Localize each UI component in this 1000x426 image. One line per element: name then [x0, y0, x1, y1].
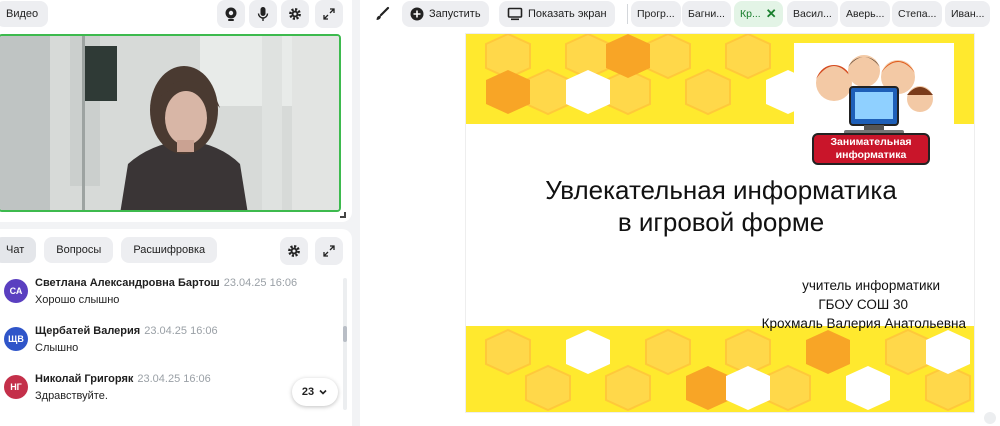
chat-expand-button[interactable]	[315, 237, 343, 265]
tab-chat[interactable]: Чат	[0, 237, 37, 263]
participant-name: Кр...	[740, 8, 761, 20]
video-tab-label: Видео	[6, 8, 39, 20]
start-button-label: Запустить	[429, 8, 481, 20]
tab-transcription-label: Расшифровка	[133, 244, 206, 256]
close-icon[interactable]: ✕	[766, 6, 777, 22]
plus-circle-icon	[410, 7, 424, 21]
settings-gear-icon	[289, 8, 301, 20]
share-screen-label: Показать экран	[528, 8, 607, 20]
tab-transcription[interactable]: Расшифровка	[121, 237, 218, 263]
settings-gear-icon	[288, 245, 300, 257]
sender-name[interactable]: Николай Григоряк	[35, 373, 133, 385]
chat-scroll-thumb[interactable]	[343, 326, 347, 342]
participant-chip-active[interactable]: Кр... ✕	[734, 1, 783, 27]
participant-name: Багни...	[688, 8, 725, 20]
avatar-initials: НГ	[10, 382, 22, 392]
avatar[interactable]: НГ	[4, 375, 28, 399]
share-screen-button[interactable]: Показать экран	[499, 1, 615, 27]
presentation-area: Запустить Показать экран Прогр... Багни.…	[360, 0, 1000, 426]
message-time: 23.04.25 16:06	[223, 277, 298, 289]
participant-chip[interactable]: Аверь...	[840, 1, 891, 27]
corner-control[interactable]	[984, 412, 996, 424]
message-text: Хорошо слышно	[35, 294, 120, 306]
microphone-icon	[257, 7, 269, 21]
participant-name: Аверь...	[846, 8, 885, 20]
tab-chat-label: Чат	[6, 244, 25, 256]
avatar-initials: СА	[9, 286, 23, 296]
draw-button[interactable]	[368, 1, 396, 27]
expand-icon	[323, 245, 335, 257]
message-header: Николай Григоряк 23.04.25 16:06	[35, 373, 211, 385]
brush-icon	[376, 6, 390, 20]
logo-line-2: информатика	[835, 149, 907, 161]
author-line-2: ГБОУ СОШ 30	[818, 297, 908, 312]
participant-name: Васил...	[793, 8, 832, 20]
author-line-3: Крохмаль Валерия Анатольевна	[761, 316, 966, 331]
video-panel: Видео	[0, 0, 352, 222]
camera-icon	[225, 7, 237, 21]
participant-chip[interactable]: Васил...	[787, 1, 838, 27]
video-tab[interactable]: Видео	[0, 1, 49, 27]
camera-button[interactable]	[217, 0, 245, 28]
avatar-initials: ЩВ	[8, 334, 24, 344]
conference-app: Видео Чат Вопросы Расшифровка СА Светлан…	[0, 0, 1000, 426]
presentation-toolbar: Запустить Показать экран Прогр... Багни.…	[360, 0, 1000, 28]
message-time: 23.04.25 16:06	[144, 325, 218, 337]
unread-messages-button[interactable]: 23	[292, 378, 338, 406]
avatar[interactable]: СА	[4, 279, 28, 303]
microphone-button[interactable]	[249, 0, 277, 28]
participant-chip[interactable]: Багни...	[682, 1, 731, 27]
presentation-slide[interactable]: Занимательная информатика Увлекательная …	[465, 33, 975, 413]
expand-icon	[323, 8, 335, 20]
left-column: Видео Чат Вопросы Расшифровка СА Светлан…	[0, 0, 352, 426]
logo-label: Занимательная информатика	[812, 133, 930, 165]
chat-settings-button[interactable]	[280, 237, 308, 265]
toolbar-divider	[627, 4, 628, 24]
chat-message: СА Светлана Александровна Бартош 23.04.25…	[4, 277, 334, 317]
slide-author: учитель информатики ГБОУ СОШ 30 Крохмаль…	[762, 276, 966, 333]
video-expand-button[interactable]	[315, 0, 343, 28]
video-resize-handle[interactable]	[340, 212, 346, 218]
start-button[interactable]: Запустить	[402, 1, 489, 27]
tab-questions-label: Вопросы	[56, 244, 102, 256]
participant-name: Прогр...	[637, 8, 675, 20]
participant-name: Степа...	[898, 8, 937, 20]
chat-message: ЩВ Щербатей Валерия 23.04.25 16:06 Слышно	[4, 325, 334, 365]
message-time: 23.04.25 16:06	[137, 373, 211, 385]
participant-name: Иван...	[951, 8, 985, 20]
tab-questions[interactable]: Вопросы	[44, 237, 114, 263]
message-text: Здравствуйте.	[35, 390, 108, 402]
unread-count: 23	[301, 386, 315, 398]
avatar[interactable]: ЩВ	[4, 327, 28, 351]
participant-video	[0, 36, 339, 210]
slide-title: Увлекательная информатика в игровой форм…	[466, 174, 974, 238]
chat-scrollbar[interactable]	[343, 278, 347, 410]
slide-title-line-2: в игровой форме	[617, 207, 825, 237]
chat-message: НГ Николай Григоряк 23.04.25 16:06 Здравс…	[4, 373, 334, 413]
participant-chip[interactable]: Степа...	[892, 1, 943, 27]
slide-title-line-1: Увлекательная информатика	[545, 175, 897, 205]
author-line-1: учитель информатики	[802, 278, 940, 293]
participant-video-frame[interactable]	[0, 34, 341, 212]
video-settings-button[interactable]	[281, 0, 309, 28]
chat-tabs: Чат Вопросы Расшифровка	[0, 237, 218, 263]
sender-name[interactable]: Светлана Александровна Бартош	[35, 277, 220, 289]
logo-line-1: Занимательная	[830, 136, 912, 148]
message-header: Щербатей Валерия 23.04.25 16:06	[35, 325, 218, 337]
participant-chip[interactable]: Прогр...	[631, 1, 681, 27]
message-text: Слышно	[35, 342, 79, 354]
sender-name[interactable]: Щербатей Валерия	[35, 325, 140, 337]
message-header: Светлана Александровна Бартош 23.04.25 16…	[35, 277, 297, 289]
monitor-icon	[507, 7, 523, 21]
chevron-down-icon	[319, 389, 327, 395]
participant-chip[interactable]: Иван...	[945, 1, 991, 27]
logo-zanimatelnaya-informatika: Занимательная информатика	[794, 43, 954, 171]
